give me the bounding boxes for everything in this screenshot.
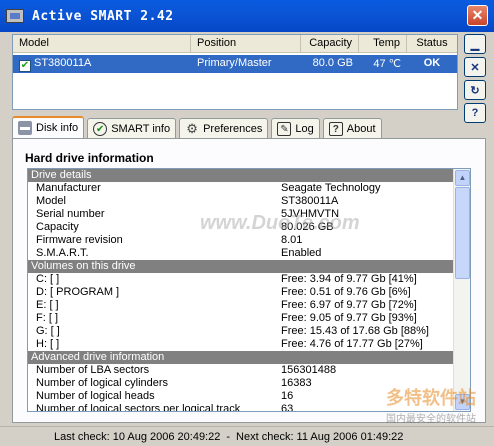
side-toolbar: ▁ ✕ ↻ ? [464, 34, 488, 126]
volume-row: H: [ ] Free: 4.76 of 17.77 Gb [27%] [36, 338, 423, 350]
last-check-text: Last check: 10 Aug 2006 20:49:22 [54, 430, 221, 443]
info-row: Firmware revision 8.01 [36, 234, 303, 246]
column-header-model[interactable]: Model [13, 35, 191, 52]
info-row: S.M.A.R.T. Enabled [36, 247, 322, 259]
drive-app-icon [6, 9, 24, 23]
close-icon[interactable]: ✕ [464, 57, 486, 77]
tab-disk-info[interactable]: ▬ Disk info [12, 116, 85, 138]
status-separator: - [226, 430, 231, 443]
tab-preferences[interactable]: ⚙ Preferences [179, 118, 269, 138]
column-header-temp[interactable]: Temp [359, 35, 407, 52]
tab-log[interactable]: ✎ Log [271, 118, 320, 138]
column-header-capacity[interactable]: Capacity [301, 35, 359, 52]
info-row: Manufacturer Seagate Technology [36, 182, 381, 194]
next-check-text: Next check: 11 Aug 2006 01:49:22 [236, 430, 404, 443]
drive-list[interactable]: Model Position Capacity Temp Status ✔ ST3… [12, 34, 458, 110]
info-row: Number of logical cylinders 16383 [36, 377, 312, 389]
tab-label: Disk info [36, 122, 79, 134]
tab-label: Preferences [203, 122, 263, 135]
refresh-icon[interactable]: ↻ [464, 80, 486, 100]
drive-checkbox[interactable]: ✔ [19, 60, 31, 72]
drive-row[interactable]: ✔ ST380011A Primary/Master 80.0 GB 47 ℃ O… [13, 55, 457, 73]
window-close-button[interactable]: ✕ [467, 5, 488, 26]
volume-row: D: [ PROGRAM ] Free: 0.51 of 9.76 Gb [6%] [36, 286, 411, 298]
tab-bar: ▬ Disk info ✔ SMART info ⚙ Preferences ✎… [12, 116, 385, 138]
title-bar: Active SMART 2.42 ✕ [0, 0, 494, 32]
check-icon: ✔ [93, 121, 108, 136]
info-row: Number of logical heads 16 [36, 390, 294, 402]
volume-row: C: [ ] Free: 3.94 of 9.77 Gb [41%] [36, 273, 417, 285]
scroll-down-arrow-icon[interactable]: ▼ [455, 394, 470, 410]
info-row: Number of logical sectors per logical tr… [36, 403, 294, 412]
volume-row: F: [ ] Free: 9.05 of 9.77 Gb [93%] [36, 312, 417, 324]
section-header: Volumes on this drive [28, 260, 454, 273]
tab-label: Log [295, 122, 314, 135]
disk-info-panel: Hard drive information Drive details Man… [12, 138, 486, 423]
log-icon: ✎ [277, 121, 292, 136]
tab-label: About [346, 122, 376, 135]
info-row: Serial number 5JVHMVTN [36, 208, 340, 220]
help-icon[interactable]: ? [464, 103, 486, 123]
drive-capacity: 80.0 GB [312, 57, 353, 69]
panel-title: Hard drive information [25, 151, 154, 165]
window-title: Active SMART 2.42 [32, 8, 174, 24]
drive-temp: 47 ℃ [373, 58, 401, 70]
section-header: Advanced drive information [28, 351, 454, 364]
volume-row: E: [ ] Free: 6.97 of 9.77 Gb [72%] [36, 299, 417, 311]
section-header: Drive details [28, 169, 454, 182]
disk-icon: ▬ [18, 121, 32, 135]
drive-status: OK [423, 57, 441, 69]
tab-label: SMART info [111, 122, 171, 135]
drive-model: ST380011A [34, 57, 92, 69]
help-icon: ? [328, 121, 343, 136]
gear-icon: ⚙ [186, 120, 198, 136]
tab-smart-info[interactable]: ✔ SMART info [87, 118, 177, 138]
info-grid[interactable]: Drive details Manufacturer Seagate Techno… [27, 168, 471, 412]
info-row: Number of LBA sectors 156301488 [36, 364, 337, 376]
scroll-up-arrow-icon[interactable]: ▲ [455, 170, 470, 186]
info-row: Model ST380011A [36, 195, 339, 207]
volume-row: G: [ ] Free: 15.43 of 17.68 Gb [88%] [36, 325, 429, 337]
info-row: Capacity 80.026 GB [36, 221, 334, 233]
vertical-scrollbar[interactable]: ▲ ▼ [453, 169, 470, 411]
column-header-position[interactable]: Position [191, 35, 301, 52]
status-bar: Last check: 10 Aug 2006 20:49:22 - Next … [0, 426, 494, 446]
drive-list-header: Model Position Capacity Temp Status [13, 35, 457, 53]
scrollbar-thumb[interactable] [455, 187, 470, 279]
tab-about[interactable]: ? About [322, 118, 382, 138]
info-content: Drive details Manufacturer Seagate Techno… [28, 169, 454, 412]
minimize-icon[interactable]: ▁ [464, 34, 486, 54]
drive-position: Primary/Master [197, 57, 272, 69]
column-header-status[interactable]: Status [407, 35, 457, 52]
